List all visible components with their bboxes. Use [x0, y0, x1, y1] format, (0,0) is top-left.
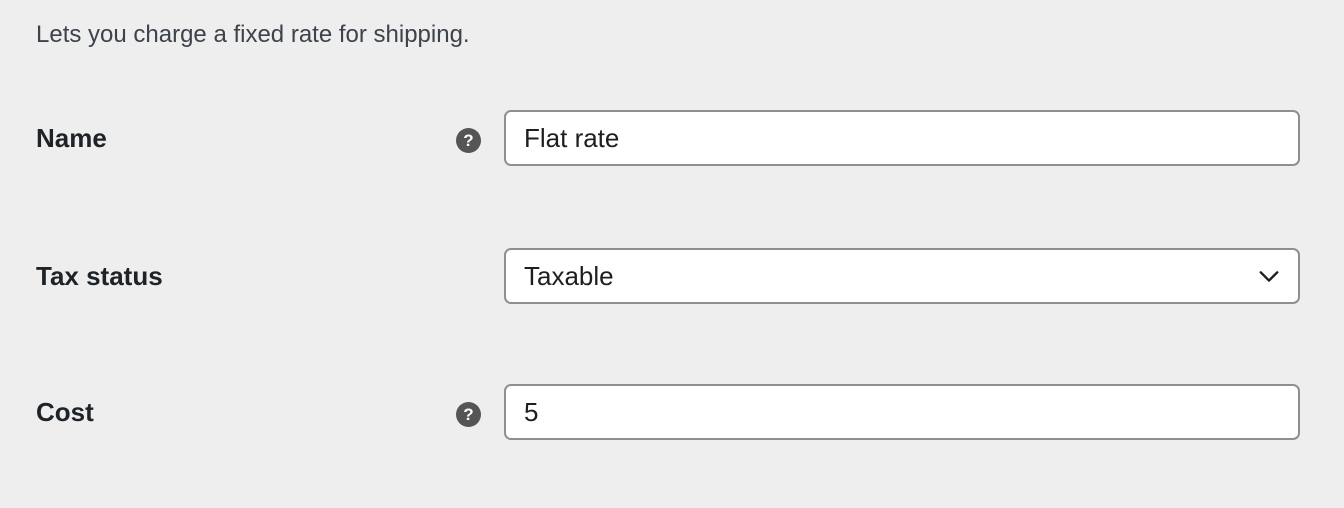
name-help-icon[interactable]: ?: [456, 128, 481, 153]
shipping-method-settings: Lets you charge a fixed rate for shippin…: [0, 0, 1344, 508]
cost-row: Cost ?: [0, 384, 1344, 444]
cost-help-icon[interactable]: ?: [456, 402, 481, 427]
cost-input[interactable]: [504, 384, 1300, 440]
name-label: Name: [36, 123, 107, 153]
name-row: Name ?: [0, 110, 1344, 170]
chevron-down-icon: [1259, 271, 1279, 282]
tax-status-selected-value: Taxable: [524, 260, 614, 291]
tax-status-label: Tax status: [36, 261, 163, 291]
method-description: Lets you charge a fixed rate for shippin…: [36, 21, 470, 48]
tax-status-row: Tax status Taxable: [0, 248, 1344, 308]
tax-status-select[interactable]: Taxable: [504, 248, 1300, 304]
cost-label: Cost: [36, 397, 94, 427]
name-input[interactable]: [504, 110, 1300, 166]
